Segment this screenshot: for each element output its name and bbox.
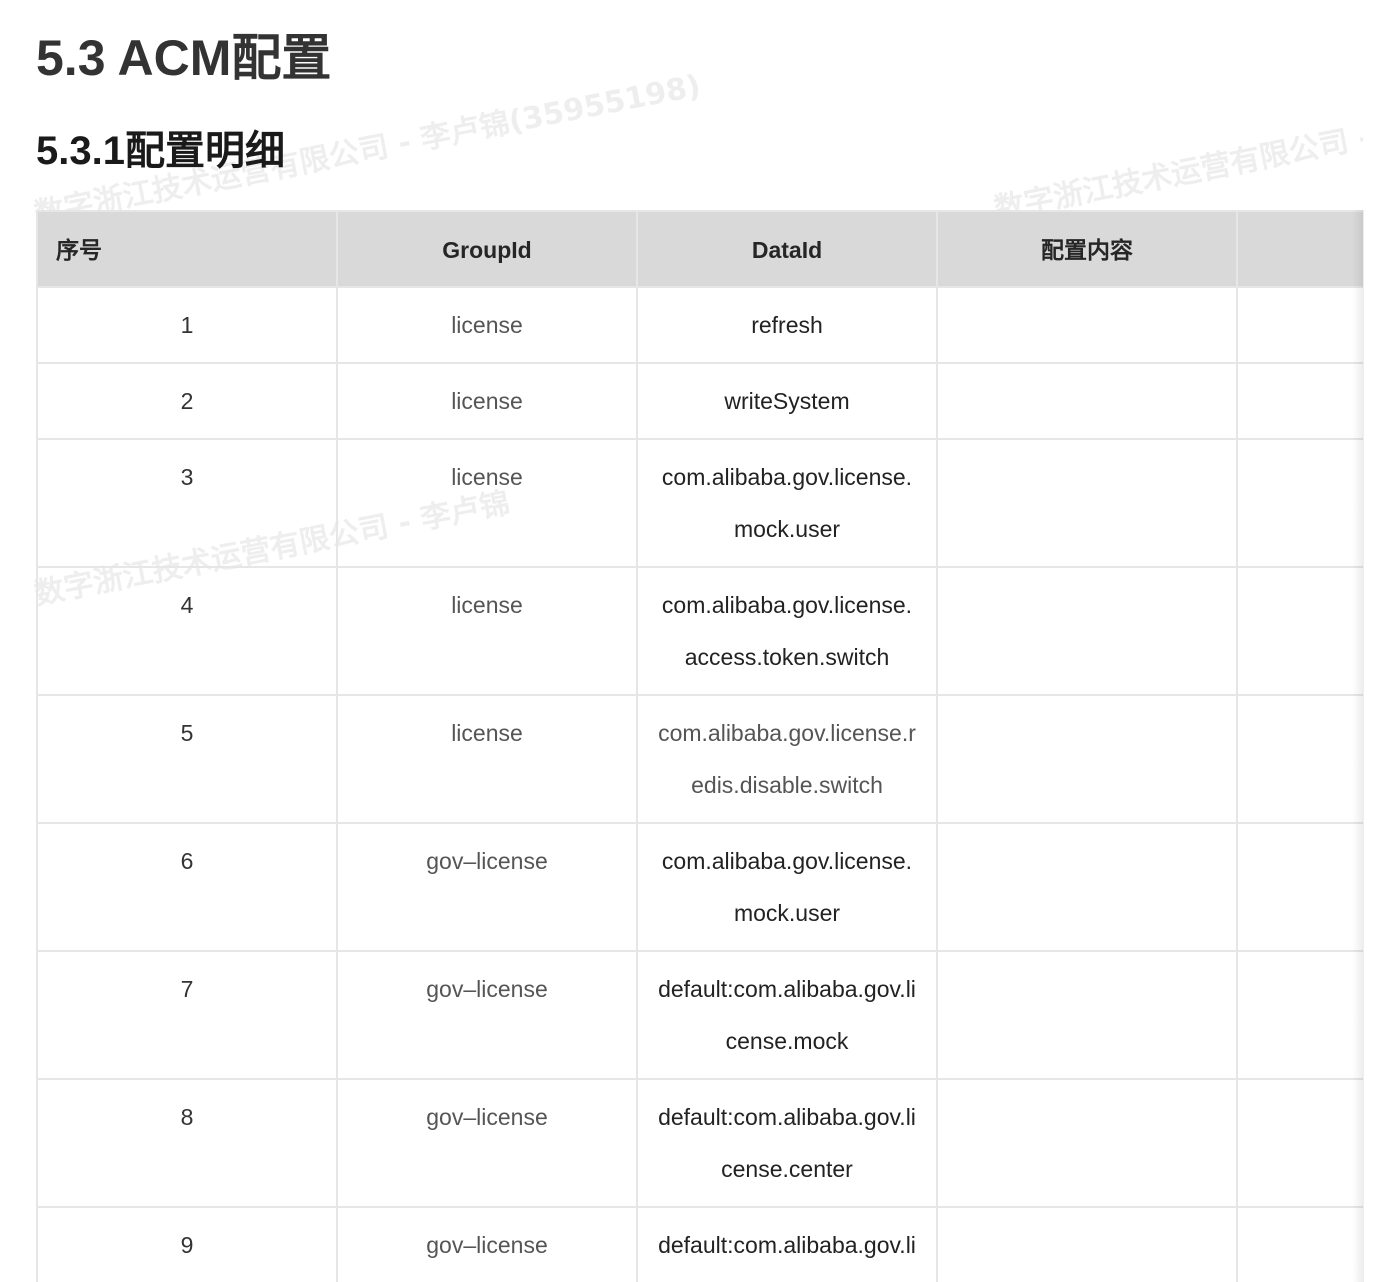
config-table-container: 序号 GroupId DataId 配置内容 1 license refresh… xyxy=(36,210,1363,1282)
table-row: 6 gov–license com.alibaba.gov.license.mo… xyxy=(36,822,1363,952)
cell-config-content xyxy=(936,950,1238,1080)
cell-groupid: gov–license xyxy=(336,822,638,952)
cell-extra xyxy=(1236,566,1363,696)
cell-number: 7 xyxy=(36,950,338,1080)
cell-config-content xyxy=(936,286,1238,364)
config-table: 序号 GroupId DataId 配置内容 1 license refresh… xyxy=(36,210,1363,1282)
cell-dataid: com.alibaba.gov.license.mock.user xyxy=(636,822,938,952)
table-row: 8 gov–license default:com.alibaba.gov.li… xyxy=(36,1078,1363,1208)
cell-config-content xyxy=(936,1206,1238,1282)
cell-groupid: license xyxy=(336,362,638,440)
column-header-groupid: GroupId xyxy=(336,210,638,288)
section-heading: 5.3 ACM配置 xyxy=(36,30,332,86)
cell-extra xyxy=(1236,694,1363,824)
cell-extra xyxy=(1236,1078,1363,1208)
table-row: 5 license com.alibaba.gov.license.redis.… xyxy=(36,694,1363,824)
cell-extra xyxy=(1236,362,1363,440)
cell-config-content xyxy=(936,1078,1238,1208)
cell-dataid: com.alibaba.gov.license.mock.user xyxy=(636,438,938,568)
table-row: 4 license com.alibaba.gov.license.access… xyxy=(36,566,1363,696)
cell-extra xyxy=(1236,286,1363,364)
table-row: 9 gov–license default:com.alibaba.gov.li… xyxy=(36,1206,1363,1282)
cell-number: 4 xyxy=(36,566,338,696)
watermark-text: 数字浙江技术运营有限公司 - 李卢锦 xyxy=(991,101,1396,228)
cell-extra xyxy=(1236,1206,1363,1282)
cell-dataid: com.alibaba.gov.license.access.token.swi… xyxy=(636,566,938,696)
cell-dataid: default:com.alibaba.gov.license.center xyxy=(636,1078,938,1208)
cell-config-content xyxy=(936,694,1238,824)
cell-number: 8 xyxy=(36,1078,338,1208)
cell-config-content xyxy=(936,566,1238,696)
cell-groupid: gov–license xyxy=(336,1078,638,1208)
cell-dataid: com.alibaba.gov.license.redis.disable.sw… xyxy=(636,694,938,824)
table-row: 7 gov–license default:com.alibaba.gov.li… xyxy=(36,950,1363,1080)
table-header-row: 序号 GroupId DataId 配置内容 xyxy=(36,210,1363,288)
column-header-config-content: 配置内容 xyxy=(936,210,1238,288)
page-right-margin xyxy=(1363,0,1396,1282)
cell-dataid: default:com.alibaba.gov.license.mock xyxy=(636,950,938,1080)
table-row: 3 license com.alibaba.gov.license.mock.u… xyxy=(36,438,1363,568)
subsection-heading: 5.3.1配置明细 xyxy=(36,129,285,173)
cell-number: 3 xyxy=(36,438,338,568)
cell-dataid: refresh xyxy=(636,286,938,364)
cell-extra xyxy=(1236,438,1363,568)
cell-groupid: license xyxy=(336,566,638,696)
cell-groupid: license xyxy=(336,694,638,824)
cell-groupid: license xyxy=(336,438,638,568)
column-header-extra xyxy=(1236,210,1363,288)
cell-number: 2 xyxy=(36,362,338,440)
cell-config-content xyxy=(936,438,1238,568)
cell-dataid: writeSystem xyxy=(636,362,938,440)
cell-extra xyxy=(1236,822,1363,952)
cell-dataid: default:com.alibaba.gov.license.bops xyxy=(636,1206,938,1282)
cell-config-content xyxy=(936,362,1238,440)
cell-extra xyxy=(1236,950,1363,1080)
column-header-number: 序号 xyxy=(36,210,338,288)
table-scroll-shadow xyxy=(1352,210,1364,1282)
cell-groupid: gov–license xyxy=(336,950,638,1080)
cell-groupid: gov–license xyxy=(336,1206,638,1282)
cell-number: 9 xyxy=(36,1206,338,1282)
cell-config-content xyxy=(936,822,1238,952)
column-header-dataid: DataId xyxy=(636,210,938,288)
cell-number: 6 xyxy=(36,822,338,952)
cell-groupid: license xyxy=(336,286,638,364)
table-row: 1 license refresh xyxy=(36,286,1363,364)
cell-number: 5 xyxy=(36,694,338,824)
cell-number: 1 xyxy=(36,286,338,364)
table-row: 2 license writeSystem xyxy=(36,362,1363,440)
